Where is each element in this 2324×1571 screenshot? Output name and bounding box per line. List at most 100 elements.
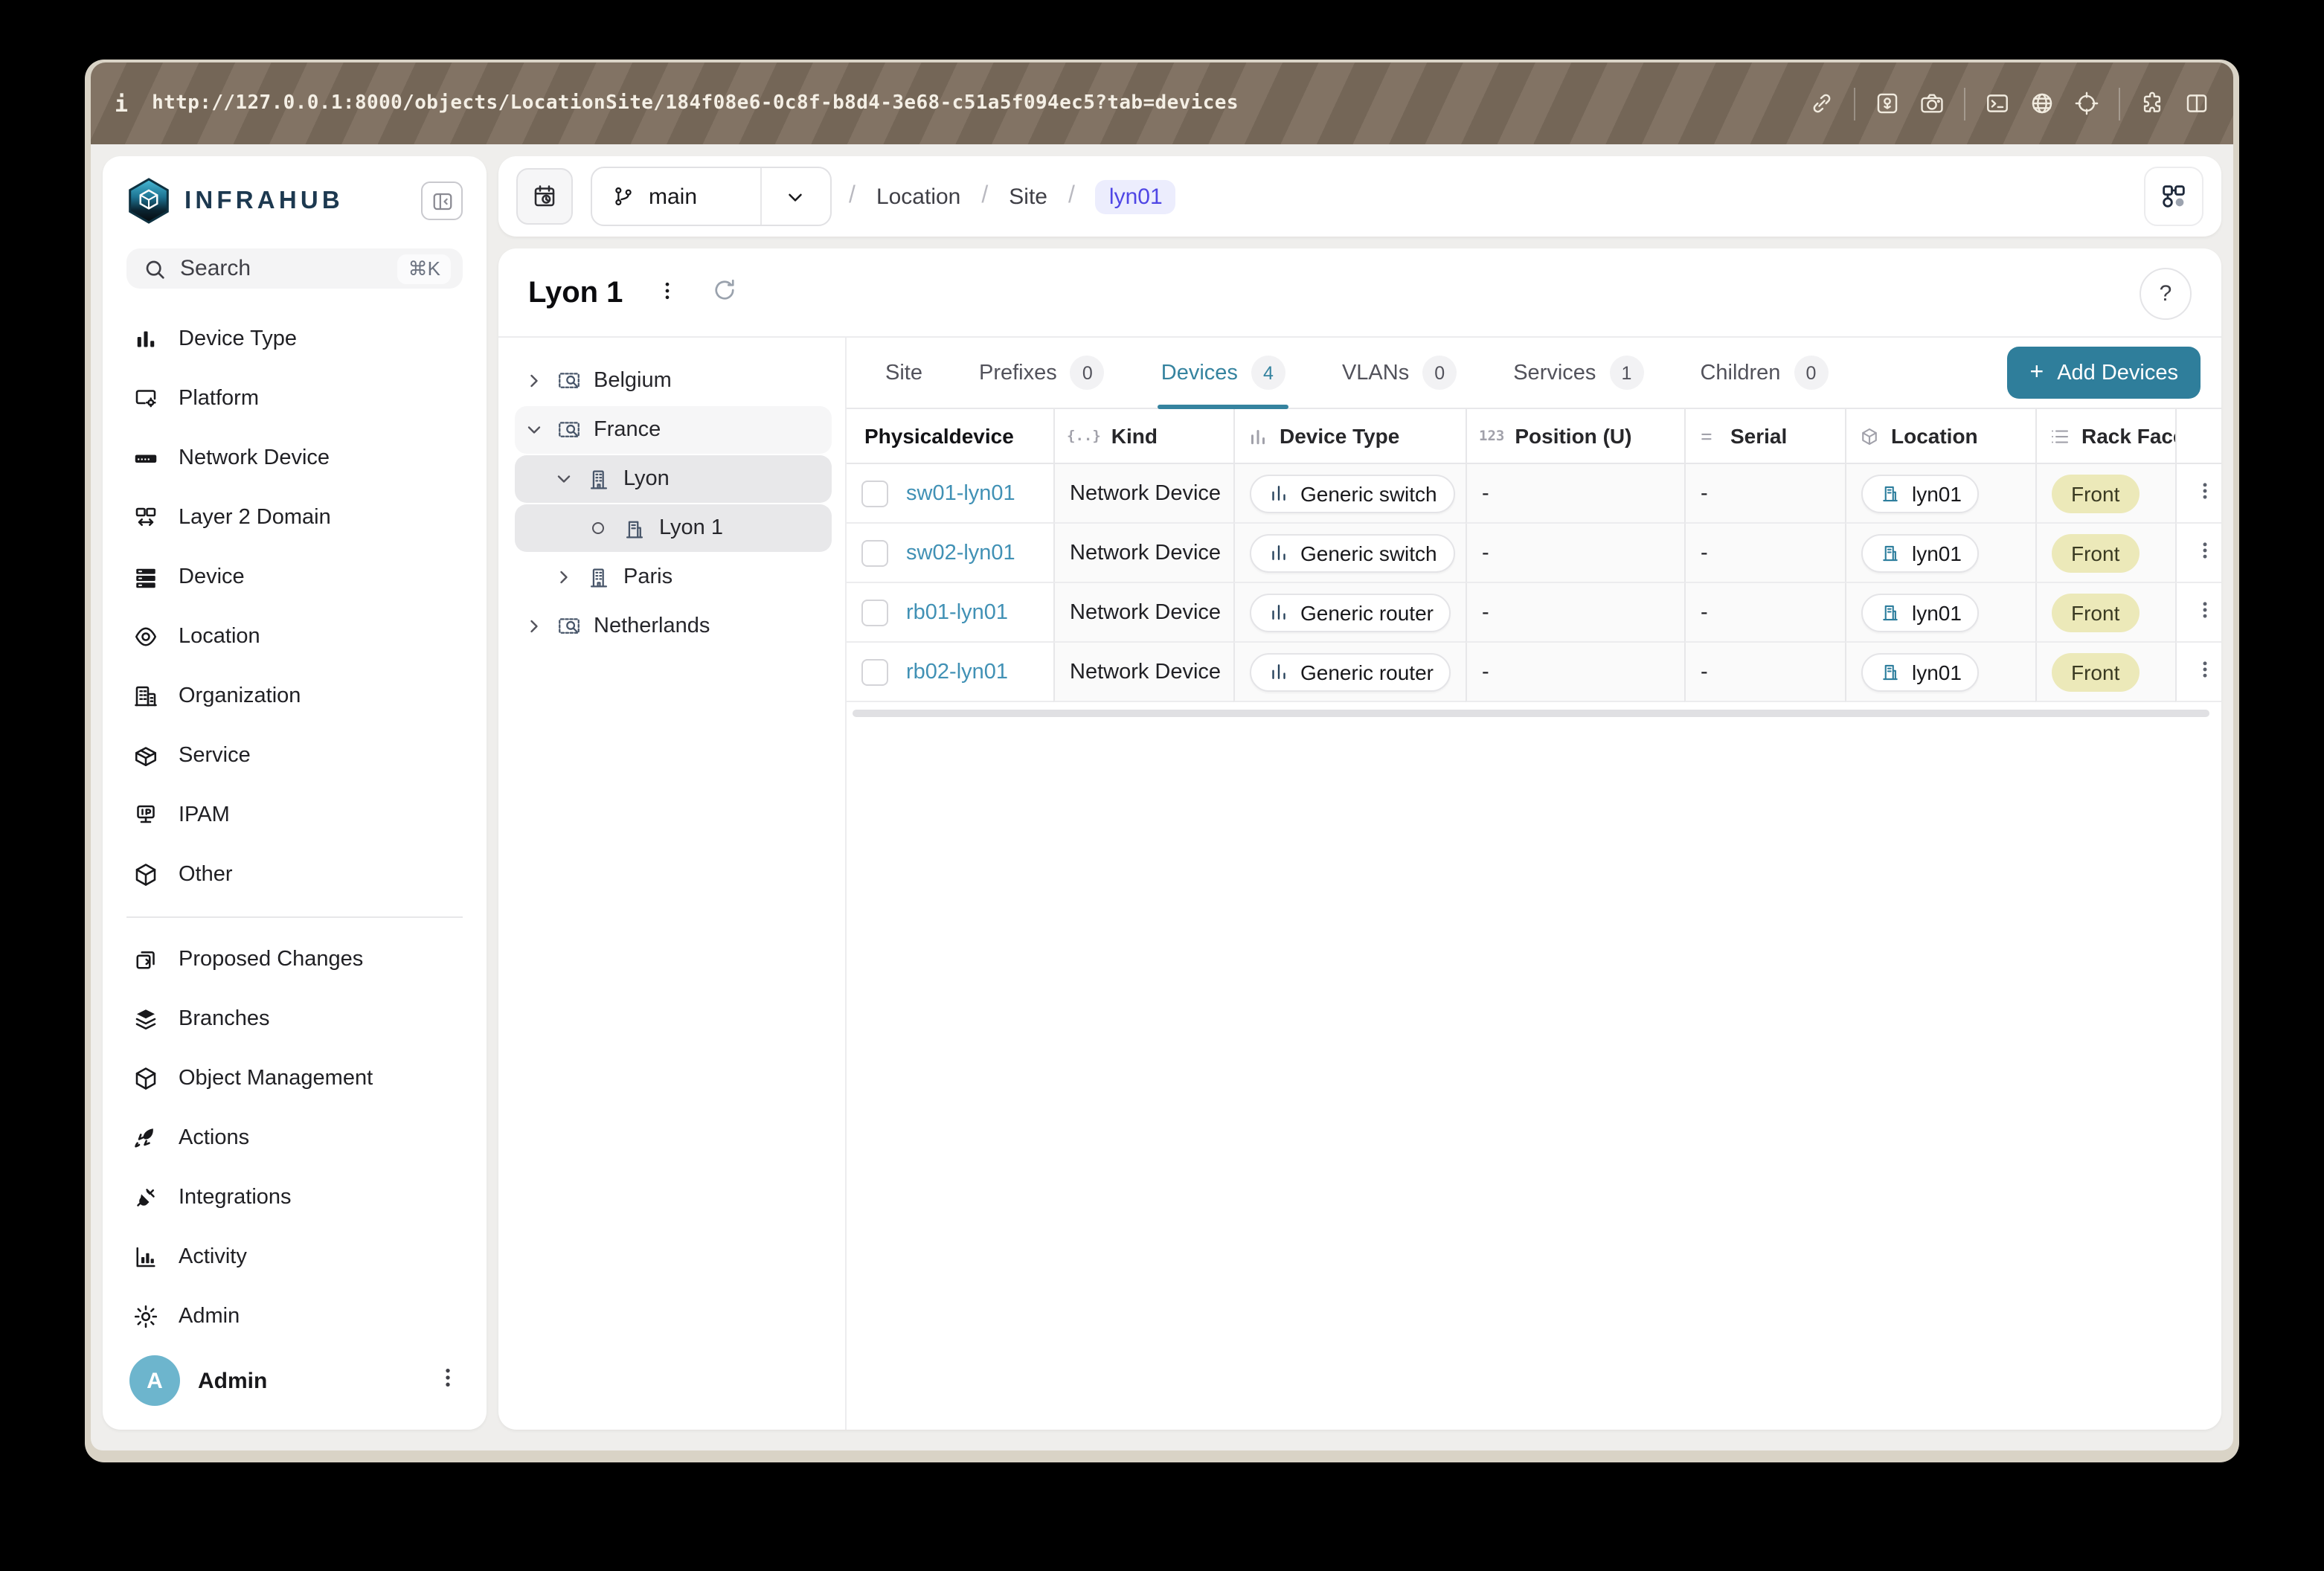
puzzle-icon[interactable] bbox=[2140, 91, 2165, 116]
column-label: Location bbox=[1891, 424, 1978, 448]
tab-site[interactable]: Site bbox=[885, 338, 922, 408]
add-devices-button[interactable]: + Add Devices bbox=[2008, 347, 2201, 399]
topbar: main / Location / Site / lyn01 bbox=[498, 156, 2221, 237]
browser-toolbar bbox=[1809, 87, 2209, 120]
camera-icon[interactable] bbox=[1919, 91, 1945, 116]
row-checkbox[interactable] bbox=[861, 658, 888, 685]
schema-visualizer-button[interactable] bbox=[2144, 167, 2203, 226]
sidebar-item-organization[interactable]: Organization bbox=[126, 666, 463, 726]
tab-count-badge: 1 bbox=[1609, 356, 1643, 390]
tree-item-netherlands[interactable]: Netherlands bbox=[515, 603, 832, 650]
location-pill[interactable]: lyn01 bbox=[1861, 593, 1980, 632]
map-icon bbox=[556, 614, 582, 639]
sidebar-item-branches[interactable]: Branches bbox=[126, 989, 463, 1049]
help-button[interactable]: ? bbox=[2140, 268, 2192, 320]
server-icon bbox=[132, 564, 159, 591]
sidebar-item-service[interactable]: Service bbox=[126, 726, 463, 786]
column-header-rack-face[interactable]: Rack Face bbox=[2035, 409, 2175, 464]
terminal-icon[interactable] bbox=[1985, 91, 2010, 116]
breadcrumb-current[interactable]: lyn01 bbox=[1096, 179, 1176, 213]
avatar: A bbox=[129, 1355, 180, 1406]
device-type-pill[interactable]: Generic router bbox=[1250, 593, 1451, 632]
row-kebab-icon[interactable] bbox=[2195, 658, 2215, 685]
split-view-icon[interactable] bbox=[2184, 91, 2209, 116]
row-checkbox[interactable] bbox=[861, 599, 888, 626]
sidebar-item-ipam[interactable]: IPAM bbox=[126, 786, 463, 845]
breadcrumb-location[interactable]: Location bbox=[876, 184, 960, 209]
column-label: Rack Face bbox=[2081, 424, 2175, 448]
search-icon bbox=[143, 257, 167, 280]
device-link[interactable]: sw02-lyn01 bbox=[906, 541, 1015, 565]
cell-actions bbox=[2175, 583, 2221, 643]
equals-icon bbox=[1698, 425, 1720, 447]
branch-dropdown-toggle[interactable] bbox=[760, 168, 829, 225]
device-link[interactable]: rb01-lyn01 bbox=[906, 600, 1008, 624]
sidebar-item-location[interactable]: Location bbox=[126, 607, 463, 666]
column-header-kind[interactable]: {..}Kind bbox=[1053, 409, 1233, 464]
refresh-icon[interactable] bbox=[710, 277, 737, 311]
time-travel-button[interactable] bbox=[516, 168, 573, 225]
sidebar-item-network-device[interactable]: Network Device bbox=[126, 428, 463, 488]
sidebar-item-integrations[interactable]: Integrations bbox=[126, 1168, 463, 1227]
image-icon[interactable] bbox=[1875, 91, 1900, 116]
tab-prefixes[interactable]: Prefixes0 bbox=[979, 338, 1105, 408]
row-checkbox[interactable] bbox=[861, 480, 888, 507]
tree-item-belgium[interactable]: Belgium bbox=[515, 357, 832, 405]
rack-face-badge: Front bbox=[2052, 593, 2139, 632]
horizontal-scrollbar[interactable] bbox=[853, 710, 2209, 717]
row-kebab-icon[interactable] bbox=[2195, 599, 2215, 626]
sidebar-item-device[interactable]: Device bbox=[126, 547, 463, 607]
url-bar[interactable]: http://127.0.0.1:8000/objects/LocationSi… bbox=[152, 92, 1239, 115]
sidebar-item-other[interactable]: Other bbox=[126, 845, 463, 905]
device-link[interactable]: rb02-lyn01 bbox=[906, 660, 1008, 684]
device-type-pill[interactable]: Generic switch bbox=[1250, 474, 1455, 513]
sidebar-item-actions[interactable]: Actions bbox=[126, 1108, 463, 1168]
device-type-pill[interactable]: Generic switch bbox=[1250, 533, 1455, 572]
column-header-physicaldevice[interactable]: Physicaldevice bbox=[847, 409, 1053, 464]
user-menu[interactable]: A Admin bbox=[126, 1346, 463, 1415]
page-kebab-icon[interactable] bbox=[655, 279, 678, 309]
row-checkbox[interactable] bbox=[861, 539, 888, 566]
sidebar-item-layer2-domain[interactable]: Layer 2 Domain bbox=[126, 488, 463, 547]
column-header-position[interactable]: 123Position (U) bbox=[1466, 409, 1684, 464]
row-kebab-icon[interactable] bbox=[2195, 539, 2215, 566]
sidebar-nav-primary: Device Type Platform Network Device Laye… bbox=[126, 309, 463, 1346]
location-pill[interactable]: lyn01 bbox=[1861, 652, 1980, 691]
row-kebab-icon[interactable] bbox=[2195, 480, 2215, 507]
device-link[interactable]: sw01-lyn01 bbox=[906, 481, 1015, 505]
search-input[interactable]: Search ⌘K bbox=[126, 248, 463, 289]
location-pill[interactable]: lyn01 bbox=[1861, 474, 1980, 513]
cell-location: lyn01 bbox=[1845, 524, 2035, 583]
tab-vlans[interactable]: VLANs0 bbox=[1342, 338, 1457, 408]
sidebar-item-proposed-changes[interactable]: Proposed Changes bbox=[126, 930, 463, 989]
tree-item-paris[interactable]: Paris bbox=[515, 553, 832, 601]
sidebar-item-platform[interactable]: Platform bbox=[126, 369, 463, 428]
sidebar-item-object-management[interactable]: Object Management bbox=[126, 1049, 463, 1108]
tree-item-lyon1[interactable]: Lyon 1 bbox=[515, 504, 832, 552]
globe-icon[interactable] bbox=[2029, 91, 2055, 116]
tree-item-france[interactable]: France bbox=[515, 406, 832, 454]
sidebar-item-device-type[interactable]: Device Type bbox=[126, 309, 463, 369]
link-icon[interactable] bbox=[1809, 91, 1835, 116]
sidebar-collapse-button[interactable] bbox=[421, 181, 463, 220]
crosshair-icon[interactable] bbox=[2074, 91, 2099, 116]
cell-rack-face: Front bbox=[2035, 583, 2175, 643]
column-header-serial[interactable]: Serial bbox=[1684, 409, 1845, 464]
tab-children[interactable]: Children0 bbox=[1700, 338, 1828, 408]
branch-selector[interactable]: main bbox=[591, 167, 831, 226]
sidebar-item-activity[interactable]: Activity bbox=[126, 1227, 463, 1287]
column-header-location[interactable]: Location bbox=[1845, 409, 2035, 464]
device-type-pill[interactable]: Generic router bbox=[1250, 652, 1451, 691]
tab-services[interactable]: Services1 bbox=[1513, 338, 1643, 408]
tab-count-badge: 0 bbox=[1070, 356, 1105, 390]
user-kebab-icon[interactable] bbox=[436, 1365, 460, 1396]
info-icon[interactable]: i bbox=[115, 90, 128, 117]
app-shell: INFRAHUB Search ⌘K Device Type bbox=[91, 144, 2233, 1450]
breadcrumb-site[interactable]: Site bbox=[1009, 184, 1047, 209]
tree-item-lyon[interactable]: Lyon bbox=[515, 455, 832, 503]
sidebar-item-admin[interactable]: Admin bbox=[126, 1287, 463, 1346]
tab-devices[interactable]: Devices4 bbox=[1161, 338, 1285, 408]
location-pill[interactable]: lyn01 bbox=[1861, 533, 1980, 572]
column-header-device-type[interactable]: Device Type bbox=[1233, 409, 1466, 464]
location-tree: Belgium France Lyon bbox=[498, 338, 847, 1430]
